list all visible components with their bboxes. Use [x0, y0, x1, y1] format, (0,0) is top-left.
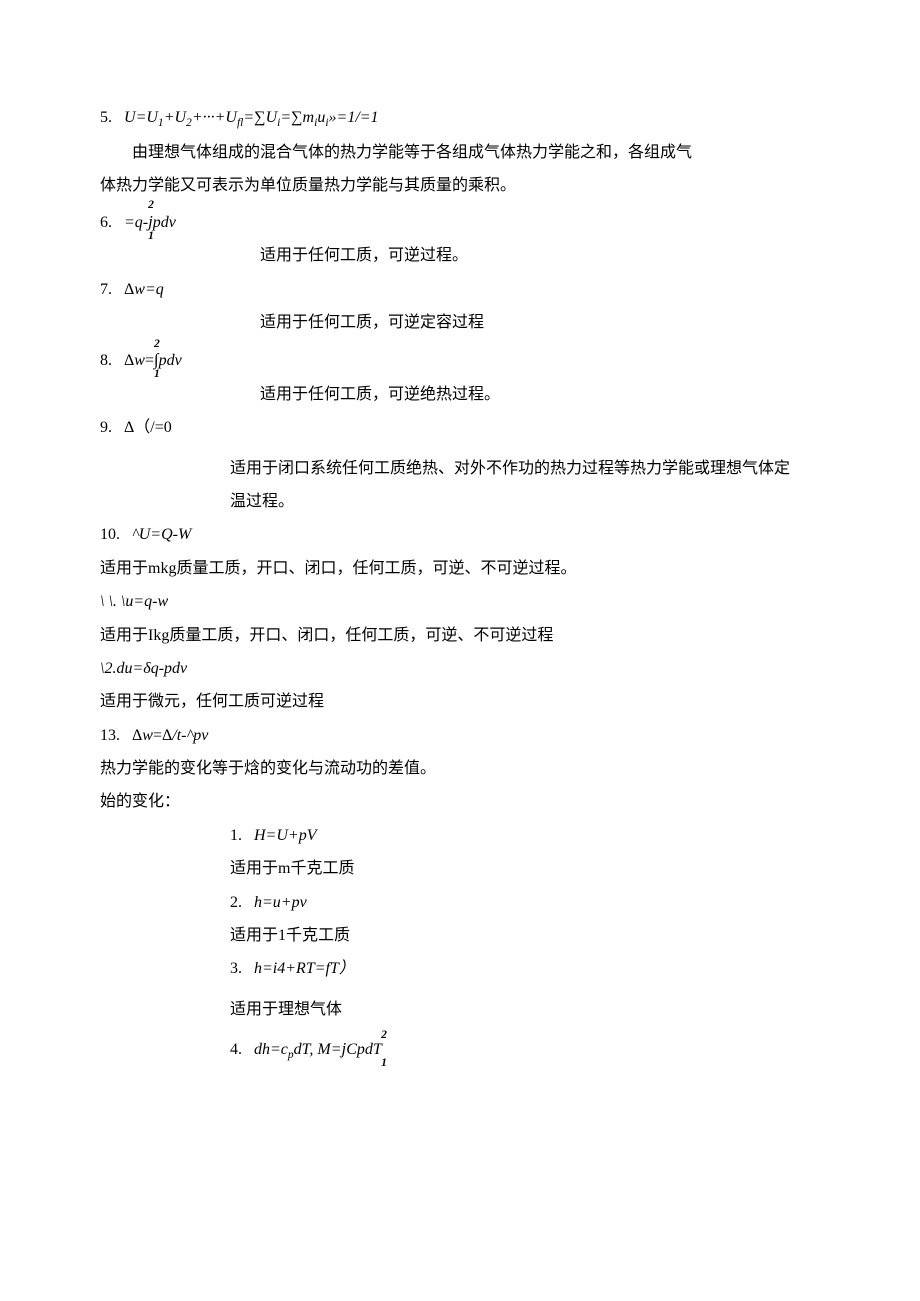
eq-5-expA: 由理想气体组成的混合气体的热力学能等于各组成气体热力学能之和，各组成气 — [100, 138, 820, 168]
eq-expr: Δw=2∫1pdv — [124, 352, 182, 369]
eq-expr: =q-2j1pdv — [124, 214, 176, 231]
eq-7: 7. Δw=q — [100, 275, 820, 305]
integral: j — [342, 1033, 347, 1065]
eq-10: 10. ^U=Q-W — [100, 520, 820, 550]
integral-symbol: j — [342, 1039, 347, 1058]
eq-expr: U=U1+U2+···+Ufl=∑Ui=∑miui»=1/=1 — [124, 109, 379, 126]
h-eq-3: 3. h=i4+RT=fT） — [230, 954, 820, 984]
eq-13: 13. Δw=Δ/t-^pv — [100, 721, 820, 751]
section-header-enthalpy: 始的变化： — [100, 787, 820, 817]
document-page: 5. U=U1+U2+···+Ufl=∑Ui=∑miui»=1/=1 由理想气体… — [0, 0, 920, 1301]
eq-number: 3. — [230, 960, 242, 977]
eq-11: \ \. \u=q-w — [100, 587, 820, 617]
eq-7-exp: 适用于任何工质，可逆定容过程 — [260, 308, 820, 338]
eq-expr: Δ（/=0 — [124, 419, 172, 436]
eq-a: dh=c — [254, 1041, 288, 1058]
integral: 2j1 — [148, 206, 153, 238]
integral: 2∫1 — [154, 344, 159, 376]
eq-6: 6. =q-2j1pdv — [100, 206, 820, 238]
eq-13-exp: 热力学能的变化等于焓的变化与流动功的差值。 — [100, 754, 820, 784]
eq-number: 4. — [230, 1041, 242, 1058]
eq-expr: \2.du=δq-pdv — [100, 660, 187, 677]
eq-5: 5. U=U1+U2+···+Ufl=∑Ui=∑miui»=1/=1 — [100, 103, 820, 135]
h-eq-1-exp: 适用于m千克工质 — [230, 854, 820, 884]
eq-post: pdv — [153, 214, 176, 231]
eq-number: 1. — [230, 827, 242, 844]
eq-number: 6. — [100, 214, 112, 231]
eq-expr: dh=cpdT, M=jCpdT2.1 — [254, 1041, 386, 1058]
h-eq-2: 2. h=u+pv — [230, 888, 820, 918]
integral-upper: 2 — [154, 334, 160, 356]
eq-12-exp: 适用于微元，任何工质可逆过程 — [100, 687, 820, 717]
eq-11-exp: 适用于Ikg质量工质，开口、闭口，任何工质，可逆、不可逆过程 — [100, 621, 820, 651]
integral-upper: 2 — [148, 195, 154, 217]
eq-b: dT, M= — [294, 1041, 342, 1058]
eq-6-exp: 适用于任何工质，可逆过程。 — [260, 241, 820, 271]
eq-number: 13. — [100, 727, 120, 744]
eq-number: 5. — [100, 109, 112, 126]
eq-8-exp: 适用于任何工质，可逆绝热过程。 — [260, 380, 820, 410]
eq-number: 2. — [230, 894, 242, 911]
eq-expr: ^U=Q-W — [132, 526, 191, 543]
h-eq-3-exp: 适用于理想气体 — [230, 995, 820, 1025]
eq-expr: H=U+pV — [254, 827, 316, 844]
eq-9-expB: 温过程。 — [230, 487, 820, 517]
eq-post: pdv — [159, 352, 182, 369]
eq-c: CpdT — [346, 1041, 382, 1058]
integral-lower: 1 — [381, 1053, 387, 1075]
eq-expr: \ \. \u=q-w — [100, 593, 168, 610]
eq-12: \2.du=δq-pdv — [100, 654, 820, 684]
eq-8: 8. Δw=2∫1pdv — [100, 344, 820, 376]
eq-expr: Δw=Δ/t-^pv — [132, 727, 208, 744]
integral-limits: 2.1 — [382, 1035, 386, 1065]
eq-9-expA: 适用于闭口系统任何工质绝热、对外不作功的热力过程等热力学能或理想气体定 — [230, 454, 820, 484]
eq-10-exp: 适用于mkg质量工质，开口、闭口，任何工质，可逆、不可逆过程。 — [100, 554, 820, 584]
eq-expr: h=u+pv — [254, 894, 307, 911]
eq-number: 7. — [100, 281, 112, 298]
eq-5-expB: 体热力学能又可表示为单位质量热力学能与其质量的乘积。 — [100, 171, 820, 201]
eq-number: 10. — [100, 526, 120, 543]
h-eq-1: 1. H=U+pV — [230, 821, 820, 851]
h-eq-4: 4. dh=cpdT, M=jCpdT2.1 — [230, 1033, 820, 1067]
eq-expr: h=i4+RT=fT） — [254, 960, 355, 977]
eq-number: 9. — [100, 419, 112, 436]
eq-9: 9. Δ（/=0 — [100, 413, 820, 443]
eq-pre: =q- — [124, 214, 148, 231]
h-eq-2-exp: 适用于1千克工质 — [230, 921, 820, 951]
eq-number: 8. — [100, 352, 112, 369]
integral-lower: 1 — [148, 226, 154, 248]
integral-lower: 1 — [154, 364, 160, 386]
eq-expr: Δw=q — [124, 281, 164, 298]
